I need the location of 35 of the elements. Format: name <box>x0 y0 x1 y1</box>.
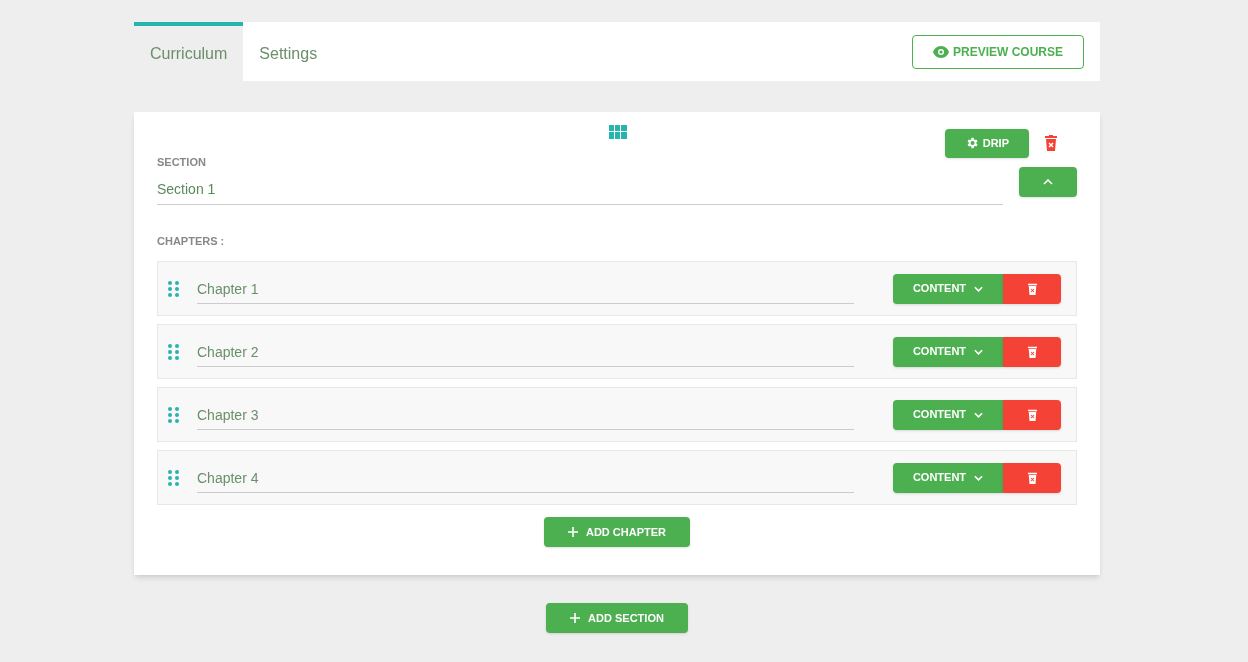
delete-icon <box>1027 471 1037 484</box>
delete-chapter-button[interactable] <box>1003 273 1061 304</box>
add-chapter-button[interactable]: ADD CHAPTER <box>543 517 691 547</box>
delete-icon[interactable] <box>1045 135 1057 151</box>
drag-handle-icon[interactable] <box>168 406 179 423</box>
tab[interactable]: Curriculum <box>134 22 244 81</box>
delete-icon <box>1027 345 1037 358</box>
chapters-label: CHAPTERS : <box>157 233 226 249</box>
preview-course-button[interactable]: PREVIEW COURSE <box>912 34 1084 69</box>
eye-icon <box>933 45 949 58</box>
section-name-field[interactable]: Section 1 <box>157 174 1003 205</box>
collapse-button[interactable] <box>1019 166 1077 197</box>
grid-handle-icon[interactable] <box>609 125 627 139</box>
add-section-button[interactable]: ADD SECTION <box>546 603 688 633</box>
chevron-down-icon <box>974 411 984 418</box>
drag-handle-icon[interactable] <box>168 280 179 297</box>
content-dropdown-button[interactable]: CONTENT <box>893 273 1003 304</box>
chevron-up-icon <box>1043 178 1053 185</box>
delete-chapter-button[interactable] <box>1003 462 1061 493</box>
chevron-down-icon <box>974 348 984 355</box>
chevron-down-icon <box>974 474 984 481</box>
chevron-down-icon <box>974 285 984 292</box>
plus-icon <box>567 527 578 537</box>
section-label: SECTION <box>157 155 207 170</box>
content-dropdown-button[interactable]: CONTENT <box>893 336 1003 367</box>
delete-icon <box>1027 282 1037 295</box>
delete-chapter-button[interactable] <box>1003 336 1061 367</box>
drip-button[interactable]: DRIP <box>944 128 1029 158</box>
content-dropdown-button[interactable]: CONTENT <box>893 399 1003 430</box>
drag-handle-icon[interactable] <box>168 469 179 486</box>
drag-handle-icon[interactable] <box>168 343 179 360</box>
content-dropdown-button[interactable]: CONTENT <box>893 462 1003 493</box>
plus-icon <box>570 613 581 623</box>
delete-chapter-button[interactable] <box>1003 399 1061 430</box>
delete-icon <box>1027 408 1037 421</box>
